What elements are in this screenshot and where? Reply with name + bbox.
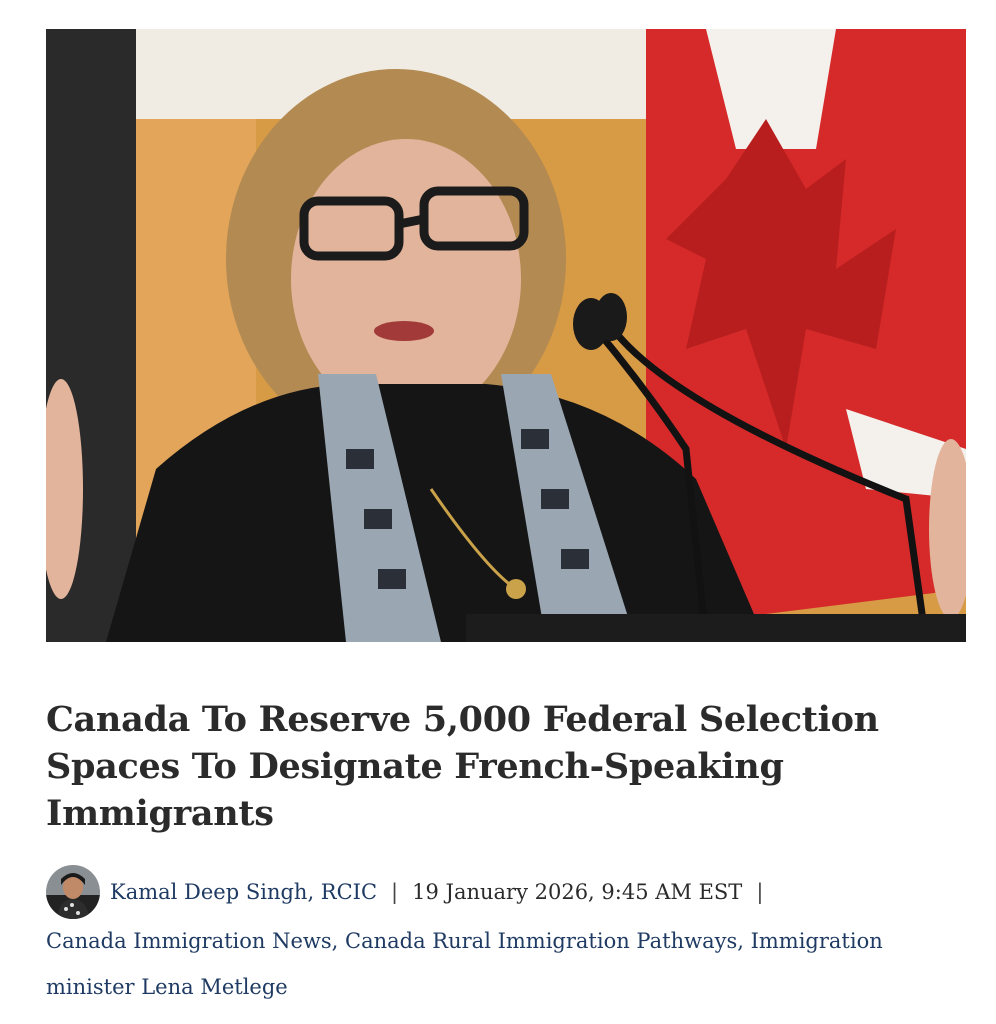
author-avatar[interactable] xyxy=(46,865,100,919)
byline-separator-trailing: | xyxy=(756,880,764,904)
hero-image xyxy=(46,29,966,642)
byline-separator: | xyxy=(391,880,399,904)
author-link[interactable]: Kamal Deep Singh, RCIC xyxy=(110,880,377,904)
tag-separator: , xyxy=(737,929,751,953)
article-headline[interactable]: Canada To Reserve 5,000 Federal Selectio… xyxy=(46,696,926,837)
tag-link-canada-rural-immigration-pathways[interactable]: Canada Rural Immigration Pathways xyxy=(345,929,737,953)
hero-photo-illustration xyxy=(46,29,966,642)
publish-date: 19 January 2026, 9:45 AM EST xyxy=(412,880,743,904)
tag-separator: , xyxy=(331,929,346,953)
article-tags: Canada Immigration News, Canada Rural Im… xyxy=(46,918,956,1010)
tag-link-canada-immigration-news[interactable]: Canada Immigration News xyxy=(46,929,332,953)
article-byline: Kamal Deep Singh, RCIC | 19 January 2026… xyxy=(46,865,777,919)
